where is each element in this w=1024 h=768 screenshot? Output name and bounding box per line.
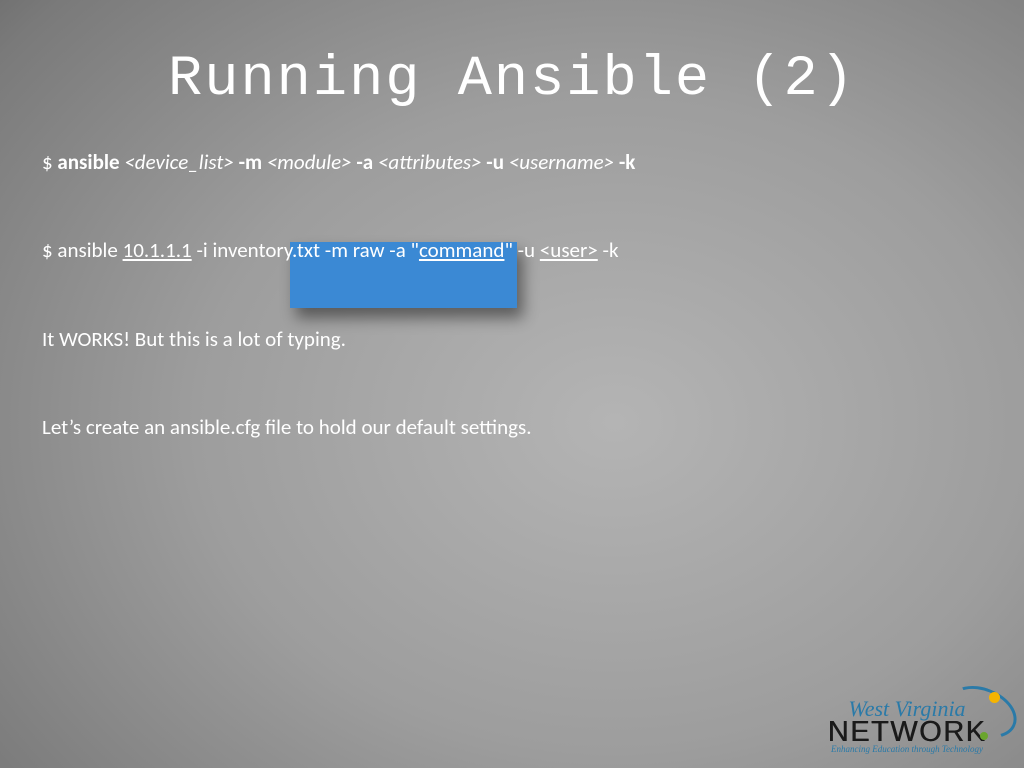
- flag-k: -k: [614, 149, 635, 175]
- works-line: It WORKS! But this is a lot of typing.: [42, 325, 982, 353]
- example-pre: $ ansible: [42, 237, 123, 263]
- cmd-ansible: ansible: [57, 149, 124, 175]
- flag-a: -a: [352, 149, 378, 175]
- logo-dot-green-icon: [980, 732, 988, 740]
- flag-m: -m: [234, 149, 267, 175]
- example-user: <user>: [540, 237, 598, 263]
- syntax-line: $ ansible <device_list> -m <module> -a <…: [42, 148, 982, 176]
- arg-module: <module>: [267, 149, 352, 175]
- slide-body: $ ansible <device_list> -m <module> -a <…: [42, 148, 982, 501]
- logo: West Virginia NETWORK Enhancing Educatio…: [802, 698, 1012, 754]
- example-mid2: " -u: [504, 237, 539, 263]
- arg-username: <username>: [509, 149, 614, 175]
- logo-tagline: Enhancing Education through Technology: [802, 745, 1012, 754]
- slide: Running Ansible (2) $ ansible <device_li…: [0, 0, 1024, 768]
- flag-u: -u: [482, 149, 509, 175]
- logo-wv: West Virginia: [848, 698, 965, 720]
- arg-attributes: <attributes>: [378, 149, 482, 175]
- example-tail: -k: [598, 237, 619, 263]
- arg-device-list: <device_list>: [124, 149, 234, 175]
- logo-dot-yellow-icon: [989, 692, 1000, 703]
- example-mid1: -i inventory.txt -m raw -a ": [192, 237, 419, 263]
- slide-title: Running Ansible (2): [0, 48, 1024, 112]
- example-ip: 10.1.1.1: [123, 237, 192, 263]
- example-command: command: [419, 237, 504, 263]
- cfg-line: Let’s create an ansible.cfg file to hold…: [42, 413, 982, 441]
- prompt: $: [42, 149, 57, 175]
- example-line: $ ansible 10.1.1.1 -i inventory.txt -m r…: [42, 236, 982, 264]
